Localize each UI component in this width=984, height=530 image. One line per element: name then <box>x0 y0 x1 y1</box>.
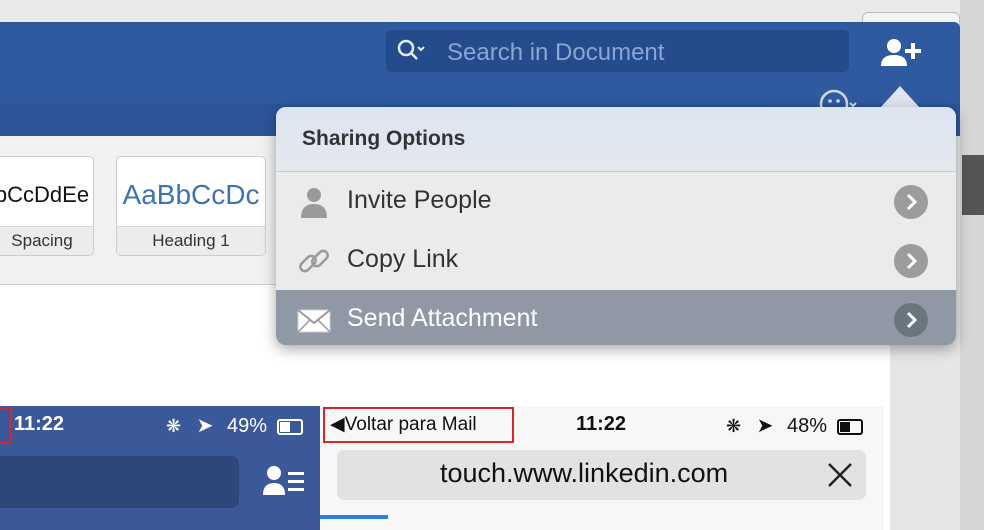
activity-icon: ❋ <box>166 416 182 436</box>
back-to-mail-link[interactable]: ◀Voltar para Mail <box>330 413 477 436</box>
search-icon[interactable] <box>396 38 426 66</box>
style-sample: bCcDdEe <box>0 182 90 207</box>
location-arrow-icon: ➤ <box>196 415 214 437</box>
back-label: Voltar para Mail <box>344 414 477 435</box>
friends-list-icon[interactable] <box>262 463 308 499</box>
chevron-right-icon <box>894 303 928 337</box>
close-icon[interactable] <box>826 461 854 489</box>
status-time: 11:22 <box>576 413 627 435</box>
back-triangle-icon: ◀ <box>330 414 345 435</box>
battery-icon <box>276 418 303 435</box>
battery-percent: 49% <box>226 415 268 437</box>
envelope-icon <box>296 303 332 337</box>
style-sample: AaBbCcDc <box>122 179 260 210</box>
link-icon <box>296 244 332 278</box>
battery-percent: 48% <box>786 415 828 437</box>
status-indicators: ❋ ➤ 48% <box>726 413 863 438</box>
menu-item-label: Invite People <box>347 186 492 214</box>
style-label: Spacing <box>0 226 93 255</box>
scrollbar-thumb[interactable] <box>962 155 984 215</box>
menu-header: Sharing Options <box>276 107 956 172</box>
chevron-right-icon <box>894 244 928 278</box>
menu-item-copy-link[interactable]: Copy Link <box>276 231 956 289</box>
highlight-box <box>0 408 12 444</box>
menu-item-label: Copy Link <box>347 245 459 273</box>
window-edge <box>960 0 984 530</box>
menu-item-send-attachment[interactable]: Send Attachment <box>276 290 956 345</box>
status-time: 11:22 <box>14 413 65 435</box>
search-input[interactable]: Search in Document <box>447 39 664 67</box>
menu-item-label: Send Attachment <box>347 304 538 332</box>
sharing-options-menu: Sharing Options Invite People Copy Link <box>276 107 956 345</box>
person-icon <box>296 185 332 219</box>
activity-icon: ❋ <box>726 416 742 436</box>
menu-title: Sharing Options <box>302 127 466 150</box>
location-arrow-icon: ➤ <box>756 415 774 437</box>
url-text: touch.www.linkedin.com <box>440 458 729 488</box>
share-button[interactable] <box>878 34 926 74</box>
popover-arrow <box>880 86 920 108</box>
status-indicators: ❋ ➤ 49% <box>166 413 303 438</box>
page-load-progress <box>320 515 388 519</box>
chevron-right-icon <box>894 185 928 219</box>
battery-icon <box>836 418 863 435</box>
style-no-spacing[interactable]: bCcDdEe Spacing <box>0 156 94 256</box>
style-label: Heading 1 <box>117 226 265 255</box>
facebook-search-bar[interactable] <box>0 456 239 508</box>
style-heading-1[interactable]: AaBbCcDc Heading 1 <box>116 156 266 256</box>
menu-item-invite-people[interactable]: Invite People <box>276 172 956 230</box>
